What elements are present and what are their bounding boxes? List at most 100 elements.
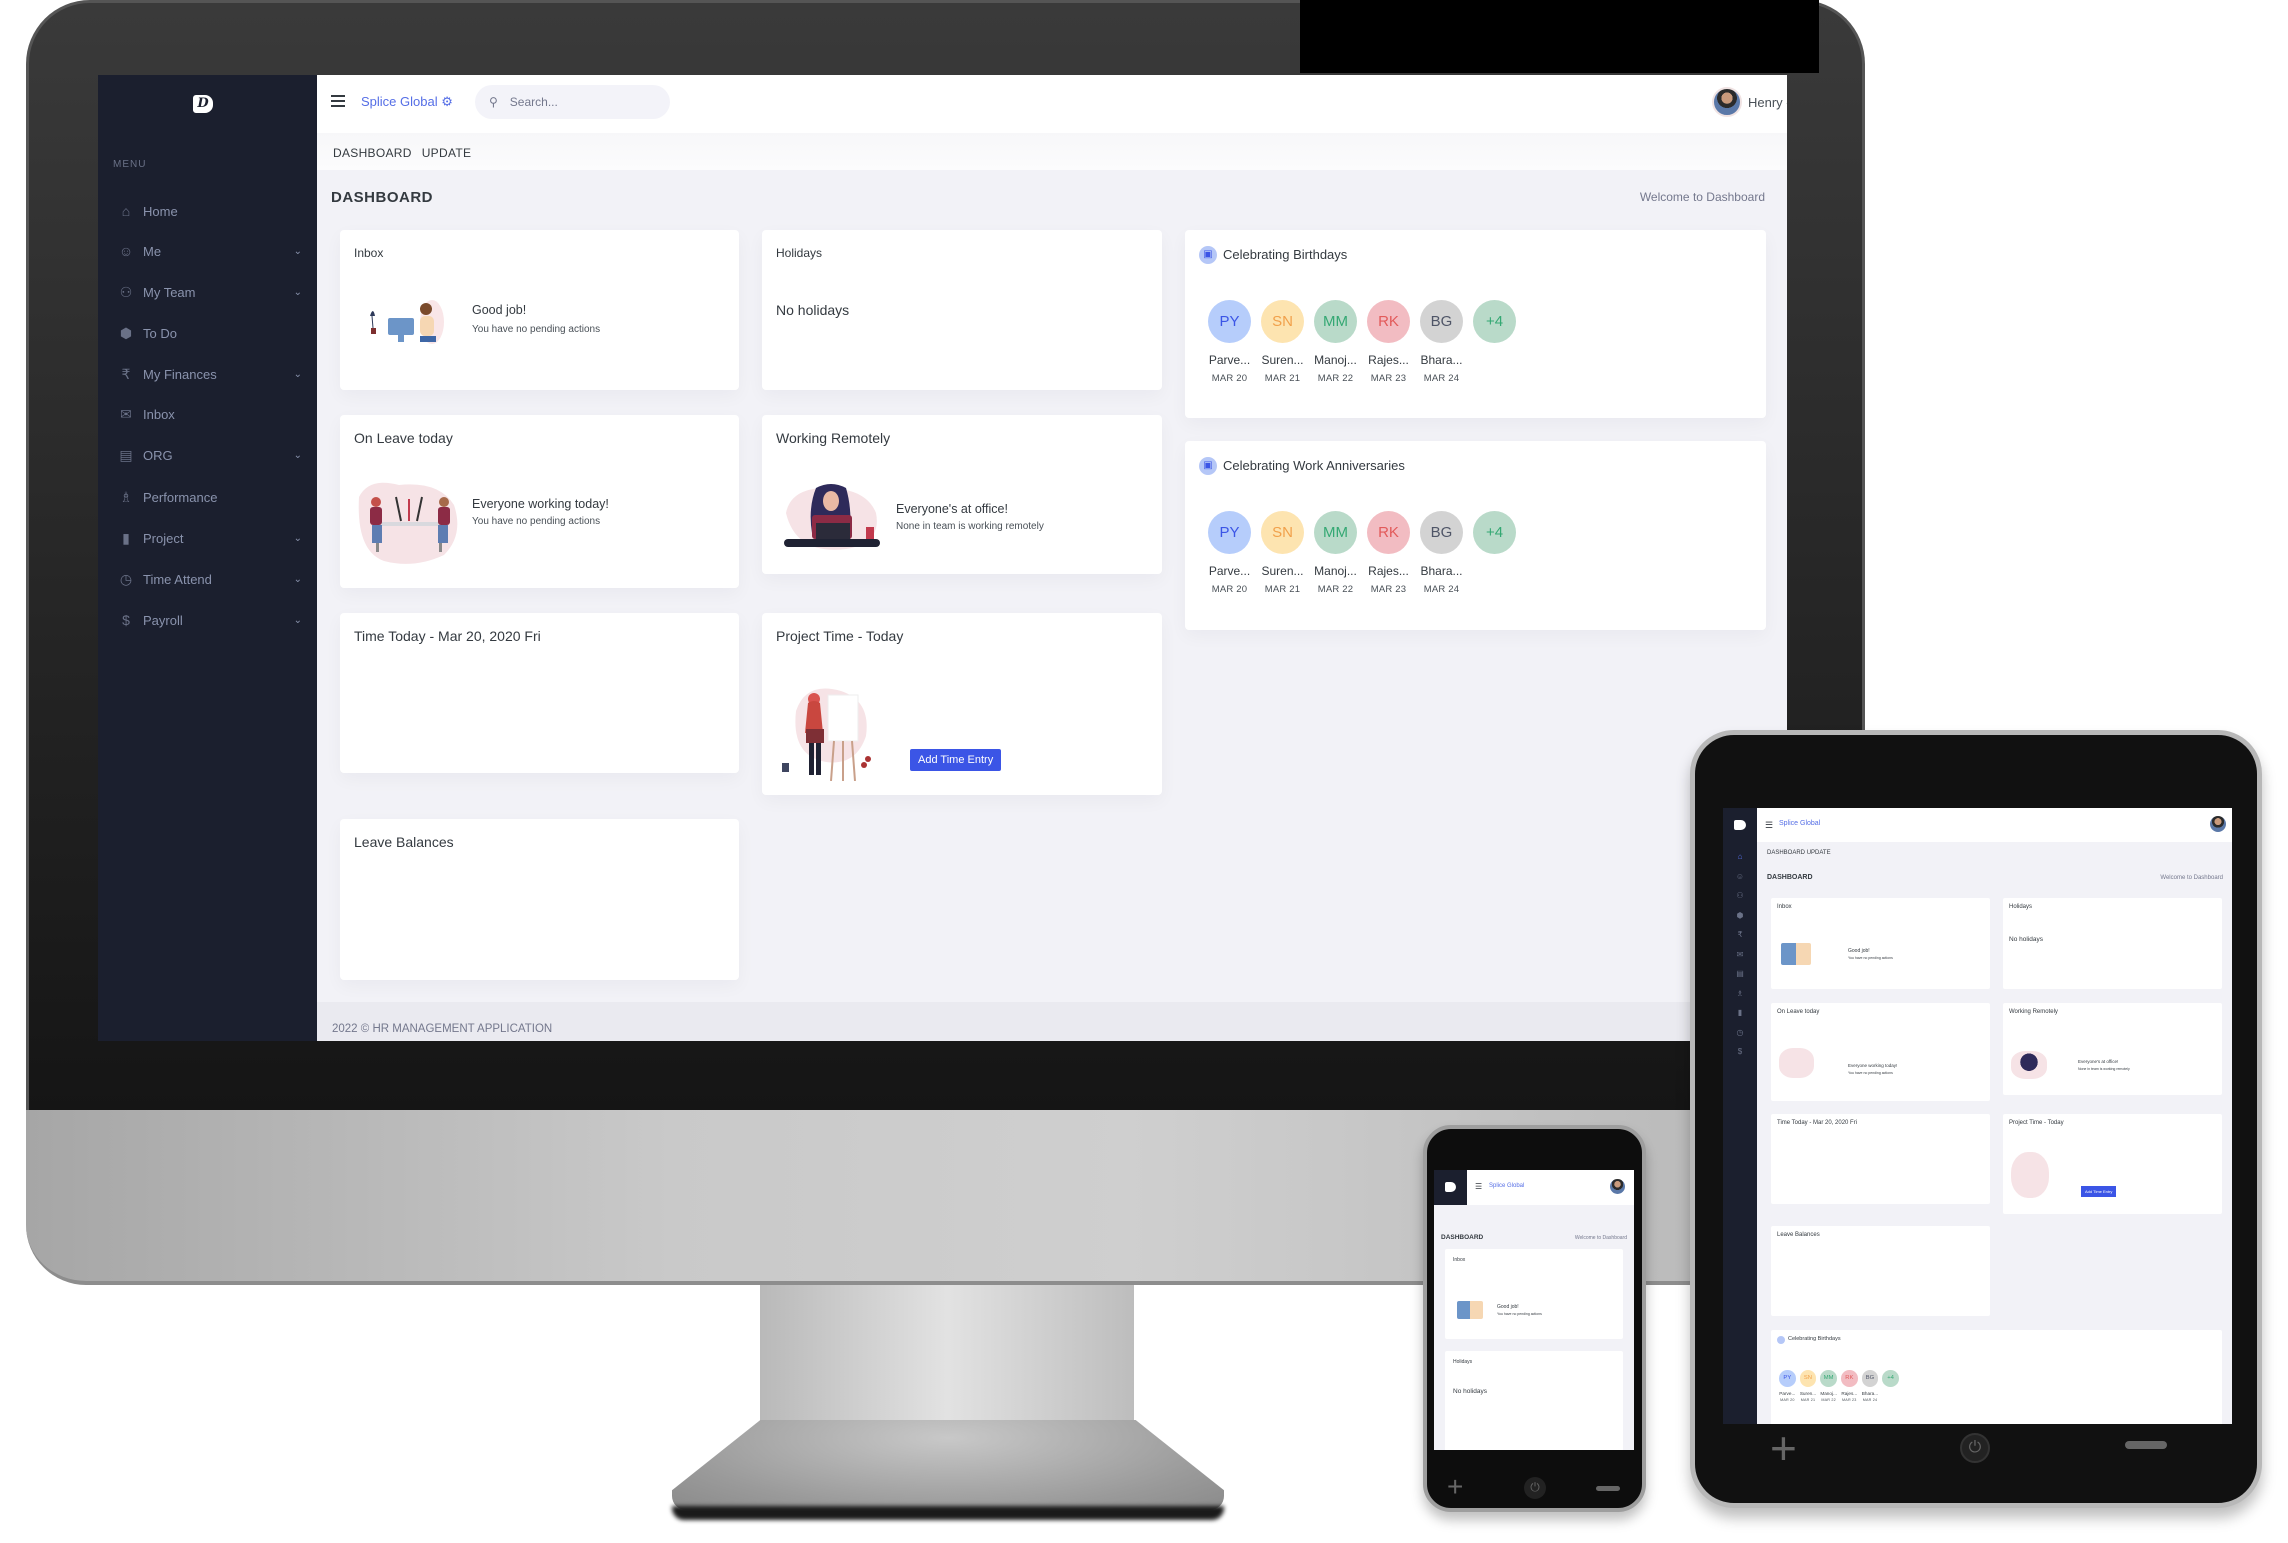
chevron-down-icon[interactable]: ⌄ [294,246,308,257]
add-time-entry-button[interactable]: Add Time Entry [910,749,1002,771]
breadcrumb-bar: DASHBOARD UPDATE [317,133,1787,170]
card-title: Time Today - Mar 20, 2020 Fri [354,628,541,644]
inbox-subtext: You have no pending actions [1497,1312,1542,1316]
phone-welcome: Welcome to Dashboard [1574,1235,1627,1241]
person-item[interactable]: PY Parve... MAR 20 [1203,300,1256,384]
breadcrumb-update[interactable]: UPDATE [422,146,472,160]
sidebar-item-label: My Finances [143,366,217,382]
chevron-down-icon[interactable]: ⌄ [294,287,308,298]
person-name: Rajes... [1841,1390,1858,1396]
person-date: MAR 24 [1423,373,1460,384]
person-item[interactable]: BG Bhara... MAR 24 [1415,511,1468,595]
search-input[interactable] [509,95,650,109]
box-icon[interactable]: ⬢ [1731,911,1749,920]
tablet-breadcrumb: DASHBOARD UPDATE [1767,850,1831,856]
remote-subtext: None in team is working remotely [2078,1067,2130,1071]
person-name: Suren... [1261,564,1304,578]
chevron-down-icon[interactable]: ⌄ [294,450,308,461]
person-item[interactable]: MM Manoj... MAR 22 [1309,300,1362,384]
remote-message: Everyone's at office! [896,502,1008,516]
tablet-company-name: Splice Global [1779,820,1821,827]
user-avatar[interactable] [1712,87,1742,117]
sidebar-item-home[interactable]: ⌂ Home [113,197,308,225]
clipboard-icon[interactable]: ▮ [1731,1008,1749,1017]
payroll-hand-icon: $ [122,612,130,628]
sidebar-item-to-do[interactable]: ⬢ To Do [113,319,308,347]
sidebar-item-me[interactable]: ☺ Me ⌄ [113,237,308,265]
person-item[interactable]: MM Manoj... MAR 22 [1818,1370,1839,1402]
sidebar: D MENU ⌂ Home ☺ Me ⌄ ⚇ My Team ⌄ ⬢ To Do ₹ My Finan… [98,75,317,1041]
tablet-user-avatar [2210,816,2226,832]
birthdays-card: ▣ Celebrating Birthdays PY Parve... MAR 20… [1185,230,1766,418]
person-item[interactable]: SN Suren... MAR 21 [1798,1370,1819,1402]
holidays-message: No holidays [1453,1388,1487,1395]
clock-icon[interactable]: ◷ [1731,1028,1749,1037]
company-selector[interactable]: Splice Global ⚙ [361,94,453,110]
person-name: Manoj... [1314,353,1357,367]
chevron-down-icon[interactable]: ⌄ [294,533,308,544]
more-people-badge[interactable]: +4 [1880,1370,1901,1402]
person-item[interactable]: SN Suren... MAR 21 [1256,300,1309,384]
sidebar-item-org[interactable]: ▤ ORG ⌄ [113,441,308,469]
person-item[interactable]: RK Rajes... MAR 23 [1362,300,1415,384]
sidebar-item-time-attend[interactable]: ◷ Time Attend ⌄ [113,565,308,593]
card-title: Working Remotely [2009,1009,2058,1015]
person-initials-avatar: BG [1420,511,1463,554]
trophy-icon: ♗ [119,488,133,505]
person-name: Bhara... [1420,564,1463,578]
person-item[interactable]: SN Suren... MAR 21 [1256,511,1309,595]
more-people-badge[interactable]: +4 [1468,511,1521,595]
rupee-icon[interactable]: ₹ [1731,930,1749,939]
card-title: Celebrating Work Anniversaries [1223,458,1405,473]
more-count: +4 [1473,300,1516,343]
sidebar-item-my-finances[interactable]: ₹ My Finances ⌄ [113,360,308,388]
tablet-page-title: DASHBOARD [1767,874,1813,881]
sidebar-item-my-team[interactable]: ⚇ My Team ⌄ [113,278,308,306]
chevron-down-icon[interactable]: ⌄ [294,615,308,626]
chevron-down-icon[interactable]: ⌄ [1785,97,1787,108]
team-icon[interactable]: ⚇ [1731,891,1749,900]
person-item[interactable]: MM Manoj... MAR 22 [1309,511,1362,595]
person-date: MAR 20 [1780,1397,1795,1402]
inbox-illustration [1457,1301,1483,1319]
person-item[interactable]: RK Rajes... MAR 23 [1362,511,1415,595]
inbox-illustration [370,300,444,344]
search-box[interactable]: ⚲ [475,85,670,119]
breadcrumb: DASHBOARD UPDATE [333,146,481,160]
person-initials-avatar: BG [1420,300,1463,343]
person-date: MAR 22 [1821,1397,1836,1402]
card-title: Celebrating Birthdays [1788,1336,1841,1342]
working-remotely-card: Working Remotely Everyone's at office! N… [762,415,1162,574]
chevron-down-icon[interactable]: ⌄ [294,574,308,585]
mail-icon[interactable]: ✉ [1731,950,1749,959]
user-name[interactable]: Henry [1748,95,1783,110]
add-time-entry-button[interactable]: Add Time Entry [2081,1186,2117,1197]
sidebar-item-performance[interactable]: ♗ Performance [113,483,308,511]
tablet-inbox-card: Inbox Good job! You have no pending action… [1771,898,1990,989]
more-people-badge[interactable]: +4 [1468,300,1521,384]
sidebar-item-project[interactable]: ▮ Project ⌄ [113,524,308,552]
user-icon[interactable]: ☺ [1731,872,1749,881]
sidebar-item-inbox[interactable]: ✉ Inbox [113,400,308,428]
phone-inbox-card: Inbox Good job! You have no pending acti… [1445,1249,1623,1339]
hamburger-menu-icon[interactable] [331,95,345,107]
person-item[interactable]: PY Parve... MAR 20 [1777,1370,1798,1402]
sidebar-item-payroll[interactable]: $ Payroll ⌄ [113,606,308,634]
payroll-hand-icon[interactable]: $ [1731,1047,1749,1056]
chevron-down-icon[interactable]: ⌄ [294,369,308,380]
app-logo[interactable]: D [193,95,213,113]
trophy-icon[interactable]: ♗ [1731,989,1749,998]
person-item[interactable]: PY Parve... MAR 20 [1203,511,1256,595]
person-item[interactable]: BG Bhara... MAR 24 [1415,300,1468,384]
person-item[interactable]: BG Bhara... MAR 24 [1860,1370,1881,1402]
sidebar-item-label: Me [143,243,162,259]
person-initials-avatar: RK [1840,1370,1858,1387]
person-item[interactable]: RK Rajes... MAR 23 [1839,1370,1860,1402]
phone-page-title: DASHBOARD [1441,1234,1484,1241]
card-title: Working Remotely [776,430,891,446]
card-title: Holidays [1453,1359,1473,1365]
breadcrumb-dashboard[interactable]: DASHBOARD [333,146,412,160]
home-icon[interactable]: ⌂ [1731,852,1749,861]
org-icon[interactable]: ▤ [1731,969,1749,978]
user-menu[interactable]: Henry ⌄ [1712,87,1787,117]
